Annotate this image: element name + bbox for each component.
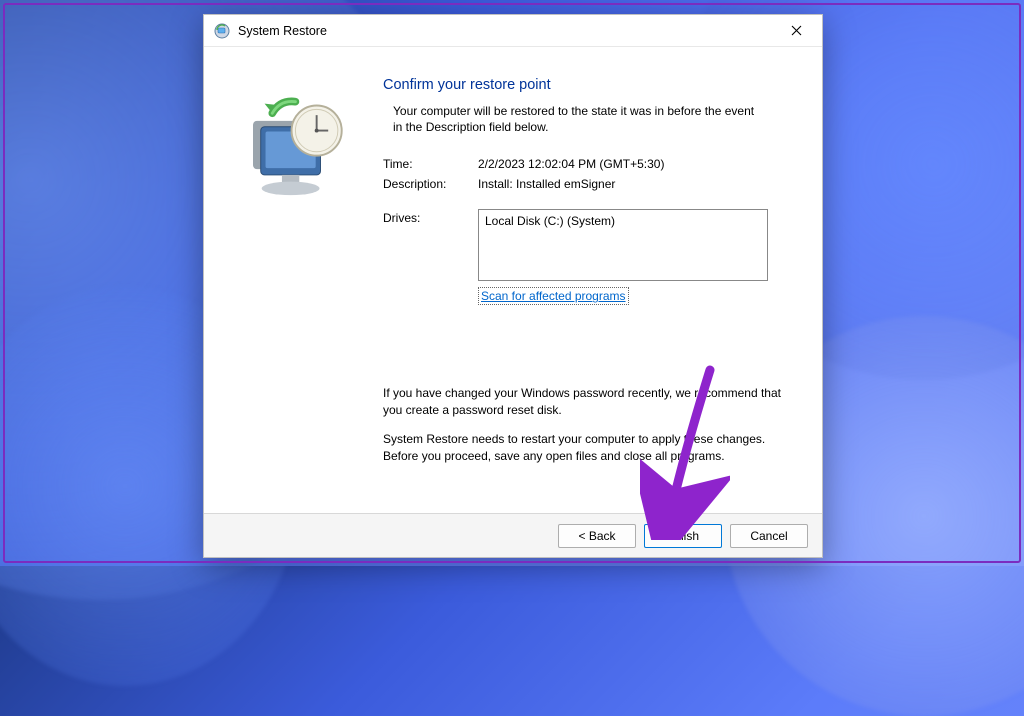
description-value: Install: Installed emSigner: [478, 177, 615, 191]
wizard-content: Confirm your restore point Your computer…: [204, 47, 822, 513]
system-restore-window: System Restore: [203, 14, 823, 558]
system-restore-artwork-icon: [226, 92, 361, 217]
password-note: If you have changed your Windows passwor…: [383, 385, 783, 419]
close-button[interactable]: [774, 16, 818, 46]
drive-item[interactable]: Local Disk (C:) (System): [485, 214, 761, 228]
scan-affected-programs-link[interactable]: Scan for affected programs: [478, 287, 629, 305]
page-heading: Confirm your restore point: [383, 77, 802, 93]
time-label: Time:: [383, 157, 478, 171]
close-icon: [791, 25, 802, 36]
lower-notes: If you have changed your Windows passwor…: [383, 385, 783, 464]
restart-note: System Restore needs to restart your com…: [383, 431, 783, 465]
button-bar: < Back Finish Cancel: [204, 513, 822, 557]
time-value: 2/2/2023 12:02:04 PM (GMT+5:30): [478, 157, 664, 171]
description-label: Description:: [383, 177, 478, 191]
page-description: Your computer will be restored to the st…: [383, 103, 763, 135]
drives-label: Drives:: [383, 209, 478, 281]
back-button[interactable]: < Back: [558, 524, 636, 548]
time-row: Time: 2/2/2023 12:02:04 PM (GMT+5:30): [383, 157, 802, 171]
cancel-button[interactable]: Cancel: [730, 524, 808, 548]
finish-button[interactable]: Finish: [644, 524, 722, 548]
system-restore-icon: [214, 23, 230, 39]
side-panel: [204, 47, 379, 513]
drives-row: Drives: Local Disk (C:) (System): [383, 209, 802, 281]
main-panel: Confirm your restore point Your computer…: [379, 47, 822, 513]
titlebar: System Restore: [204, 15, 822, 47]
drives-listbox[interactable]: Local Disk (C:) (System): [478, 209, 768, 281]
description-row: Description: Install: Installed emSigner: [383, 177, 802, 191]
window-title: System Restore: [238, 24, 327, 38]
